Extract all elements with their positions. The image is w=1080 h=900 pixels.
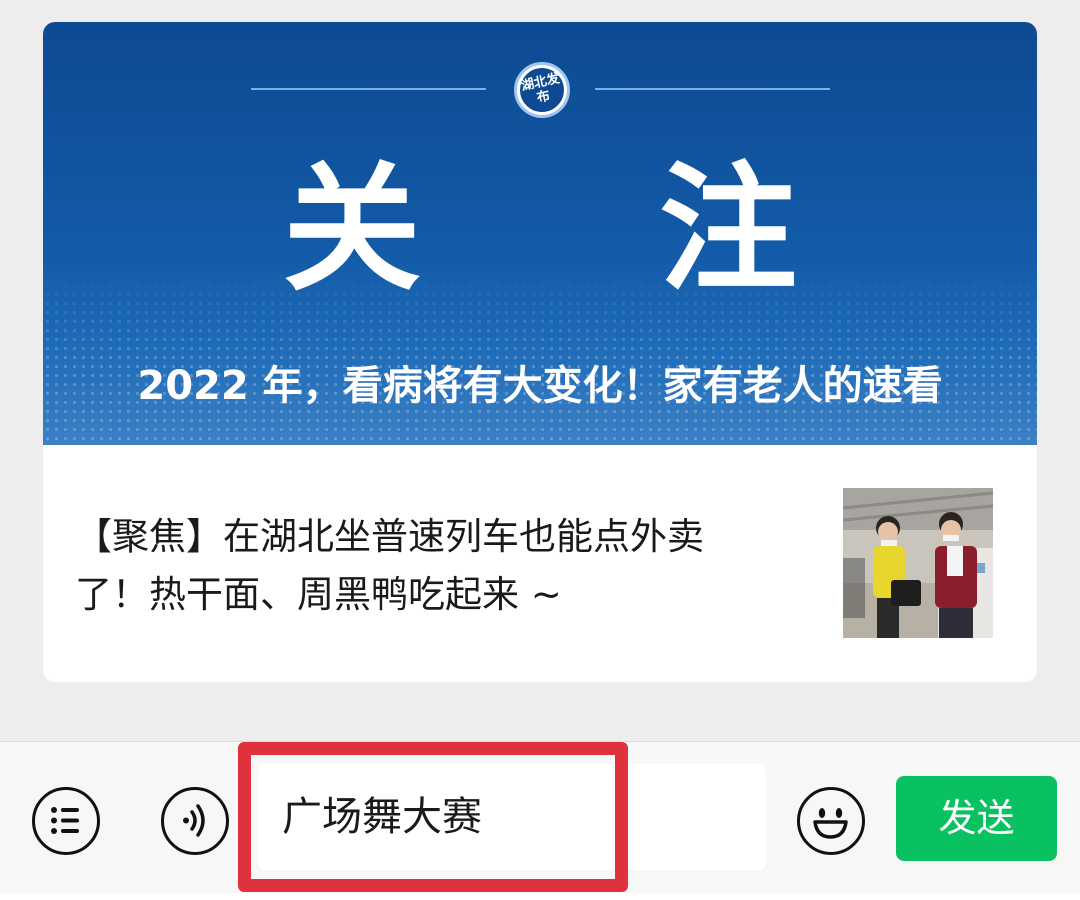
voice-icon bbox=[183, 804, 205, 837]
article-card[interactable]: 湖北发布 关 注 2022 年，看病将有大变化！家有老人的速看 【聚焦】在湖北坐… bbox=[43, 22, 1037, 682]
logo-text: 湖北发布 bbox=[515, 63, 569, 117]
bottom-edge bbox=[0, 893, 1080, 900]
list-menu-icon bbox=[51, 807, 79, 834]
emoji-button[interactable] bbox=[797, 787, 865, 855]
smiley-icon bbox=[813, 808, 848, 839]
banner-divider-right bbox=[595, 88, 830, 90]
send-button[interactable]: 发送 bbox=[896, 776, 1057, 861]
banner-divider-left bbox=[251, 88, 486, 90]
hubei-fabu-logo: 湖北发布 bbox=[514, 62, 570, 118]
banner-title: 关 注 bbox=[282, 149, 893, 310]
banner-headline[interactable]: 2022 年，看病将有大变化！家有老人的速看 bbox=[43, 358, 1037, 414]
article-banner[interactable]: 湖北发布 关 注 2022 年，看病将有大变化！家有老人的速看 bbox=[43, 22, 1037, 445]
article-thumbnail[interactable] bbox=[843, 488, 993, 638]
message-input-value: 广场舞大赛 bbox=[282, 794, 482, 840]
train-station-photo bbox=[843, 488, 993, 638]
voice-input-button[interactable] bbox=[161, 787, 229, 855]
menu-button[interactable] bbox=[32, 787, 100, 855]
chat-input-bar: 广场舞大赛 发送 bbox=[0, 741, 1080, 893]
article-link-title[interactable]: 【聚焦】在湖北坐普速列车也能点外卖了！热干面、周黑鸭吃起来 ~ bbox=[75, 508, 775, 624]
message-input[interactable]: 广场舞大赛 bbox=[258, 764, 766, 870]
